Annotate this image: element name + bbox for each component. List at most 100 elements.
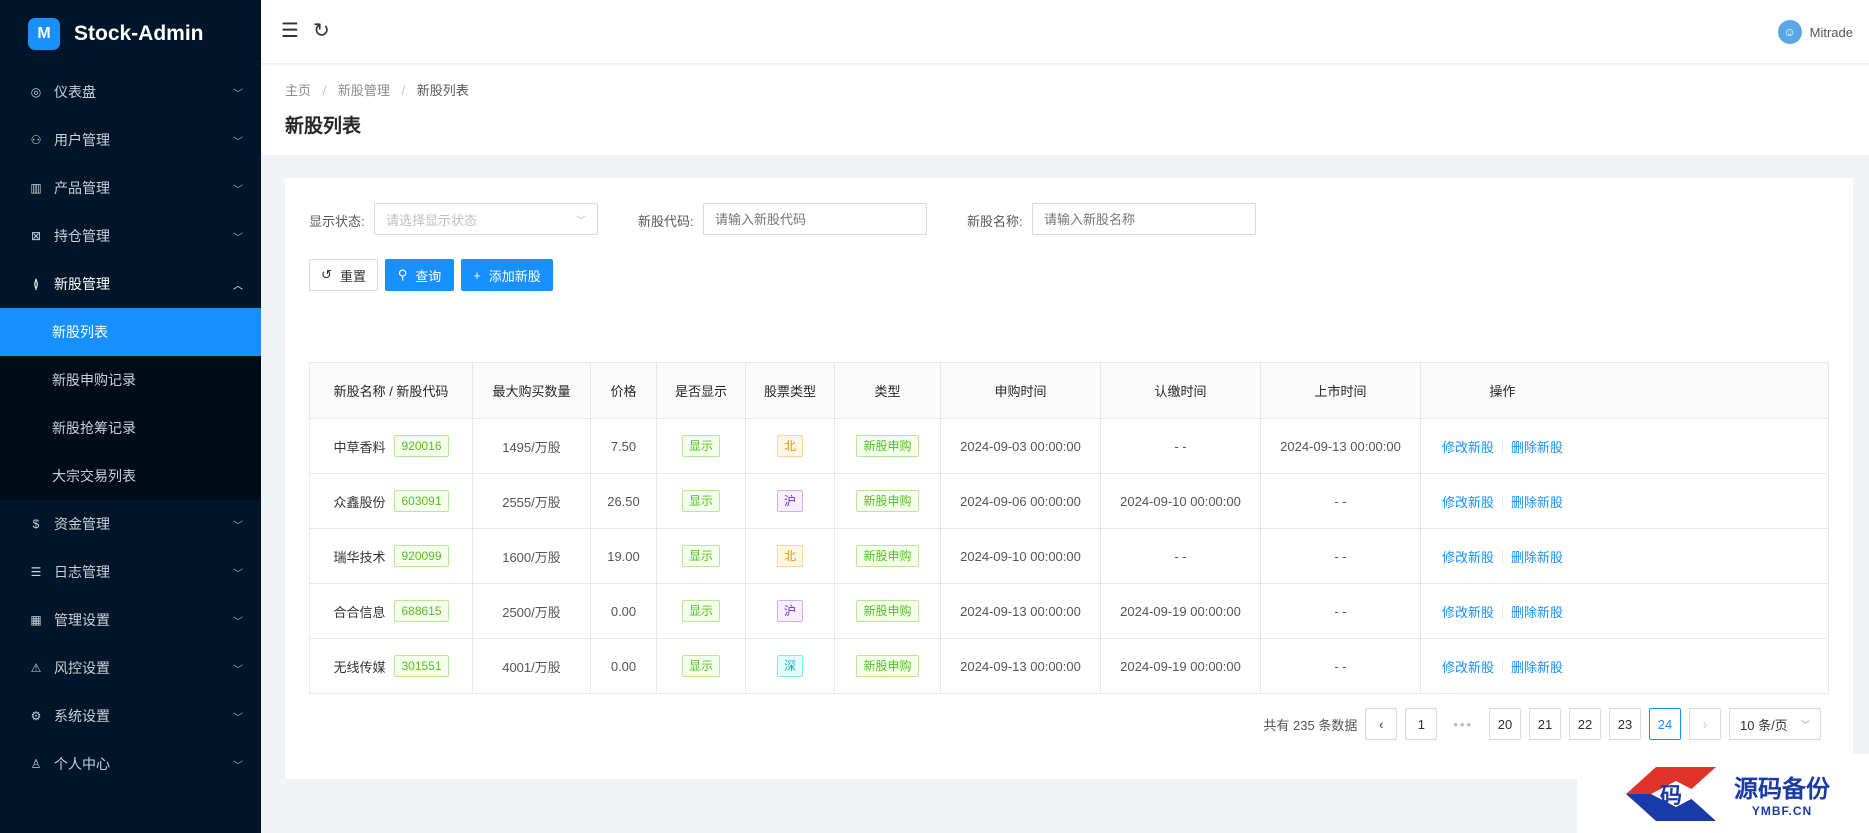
edit-ipo-link[interactable]: 修改新股 — [1442, 492, 1494, 511]
sidebar-item-2[interactable]: ▥ 产品管理 ﹀ — [0, 164, 261, 212]
sidebar-item-7[interactable]: ▦ 管理设置 ﹀ — [0, 596, 261, 644]
table-cell: 显示 — [657, 419, 746, 473]
page-22[interactable]: 22 — [1569, 708, 1601, 740]
table-row: 众鑫股份 603091 2555/万股 26.50 显示 沪 新股申购 2024-09-06 … — [310, 473, 1828, 528]
type-tag: 新股申购 — [856, 545, 919, 567]
person-icon: ♙ — [30, 757, 42, 771]
add-ipo-button[interactable]: + 添加新股 — [461, 259, 553, 291]
sidebar-item-label: 仪表盘 — [54, 84, 96, 100]
search-button[interactable]: ⚲ 查询 — [385, 259, 454, 291]
sidebar-item-label: 产品管理 — [54, 180, 110, 196]
list-time: 2024-09-13 00:00:00 — [1280, 438, 1401, 454]
divider — [1502, 659, 1503, 673]
apply-time: 2024-09-06 00:00:00 — [960, 493, 1081, 509]
name-input[interactable] — [1032, 203, 1256, 235]
table-cell: 2024-09-19 00:00:00 — [1101, 584, 1261, 638]
edit-ipo-link[interactable]: 修改新股 — [1442, 547, 1494, 566]
list-time: - - — [1334, 548, 1347, 564]
more-pages-icon[interactable]: ••• — [1445, 717, 1481, 732]
sidebar-item-label: 新股管理 — [54, 276, 110, 292]
submenu-item-2[interactable]: 新股抢筹记录 — [0, 404, 261, 452]
delete-ipo-link[interactable]: 删除新股 — [1511, 492, 1563, 511]
table-cell: - - — [1261, 584, 1421, 638]
ipo-table: 新股名称 / 新股代码 最大购买数量 价格 是否显示 股票类型 类型 申购时间 认缴时间 上市时… — [309, 362, 1829, 694]
sidebar-item-1[interactable]: ⚇ 用户管理 ﹀ — [0, 116, 261, 164]
table-cell: 显示 — [657, 584, 746, 638]
user-name: Mitrade — [1809, 24, 1853, 40]
table-cell: 众鑫股份 603091 — [310, 474, 473, 528]
delete-ipo-link[interactable]: 删除新股 — [1511, 657, 1563, 676]
table-cell: - - — [1101, 529, 1261, 583]
delete-ipo-link[interactable]: 删除新股 — [1511, 602, 1563, 621]
breadcrumb-home[interactable]: 主页 — [285, 83, 311, 98]
edit-ipo-link[interactable]: 修改新股 — [1442, 657, 1494, 676]
table-cell: 新股申购 — [835, 529, 941, 583]
user-menu[interactable]: ☺ Mitrade — [1777, 20, 1853, 44]
reset-button[interactable]: ↺ 重置 — [309, 259, 378, 291]
ipo-code-tag: 920099 — [394, 545, 449, 567]
submenu-item-3[interactable]: 大宗交易列表 — [0, 452, 261, 500]
chevron-down-icon: ﹀ — [233, 664, 243, 676]
type-tag: 新股申购 — [856, 600, 919, 622]
pay-time: 2024-09-10 00:00:00 — [1120, 493, 1241, 509]
table-cell: - - — [1261, 639, 1421, 693]
delete-ipo-link[interactable]: 删除新股 — [1511, 437, 1563, 456]
page-24[interactable]: 24 — [1649, 708, 1681, 740]
delete-ipo-link[interactable]: 删除新股 — [1511, 547, 1563, 566]
sidebar-item-0[interactable]: ◎ 仪表盘 ﹀ — [0, 68, 261, 116]
menu-fold-icon[interactable]: ☰ — [281, 18, 299, 43]
type-tag: 新股申购 — [856, 435, 919, 457]
sidebar-item-9[interactable]: ⚙ 系统设置 ﹀ — [0, 692, 261, 740]
page-size-select[interactable]: 10 条/页 ﹀ — [1729, 708, 1821, 740]
table-cell: 2024-09-19 00:00:00 — [1101, 639, 1261, 693]
sidebar-item-8[interactable]: ⚠ 风控设置 ﹀ — [0, 644, 261, 692]
table-cell: 2555/万股 — [473, 474, 591, 528]
pay-time: 2024-09-19 00:00:00 — [1120, 658, 1241, 674]
breadcrumb-parent[interactable]: 新股管理 — [338, 83, 390, 98]
table-cell: - - — [1101, 419, 1261, 473]
table-cell: 显示 — [657, 529, 746, 583]
edit-ipo-link[interactable]: 修改新股 — [1442, 602, 1494, 621]
sidebar-item-5[interactable]: $ 资金管理 ﹀ — [0, 500, 261, 548]
breadcrumb-current: 新股列表 — [416, 83, 469, 98]
sidebar-item-6[interactable]: ☰ 日志管理 ﹀ — [0, 548, 261, 596]
market-tag: 深 — [776, 655, 803, 677]
sidebar-item-label: 持仓管理 — [54, 228, 110, 244]
table-cell: 2024-09-13 00:00:00 — [1261, 419, 1421, 473]
top-header: ☰ ↻ ☺ Mitrade — [261, 0, 1869, 64]
table-cell: 2024-09-10 00:00:00 — [1101, 474, 1261, 528]
next-page-button[interactable]: › — [1689, 708, 1721, 740]
app-title: Stock-Admin — [74, 22, 204, 45]
app-logo[interactable]: M Stock-Admin — [0, 0, 261, 68]
page-23[interactable]: 23 — [1609, 708, 1641, 740]
page-21[interactable]: 21 — [1529, 708, 1561, 740]
sidebar-item-label: 管理设置 — [54, 612, 110, 628]
status-select[interactable]: 请选择显示状态 ﹀ — [374, 203, 598, 235]
submenu-item-1[interactable]: 新股申购记录 — [0, 356, 261, 404]
reset-label: 重置 — [339, 268, 366, 284]
page-1[interactable]: 1 — [1405, 708, 1438, 740]
price: 7.50 — [610, 438, 637, 454]
submenu-item-0[interactable]: 新股列表 — [0, 308, 261, 356]
chevron-down-icon: ﹀ — [233, 88, 243, 100]
position-icon: ⊠ — [30, 229, 42, 243]
table-header: 新股名称 / 新股代码 最大购买数量 价格 是否显示 股票类型 类型 申购时间 认缴时间 上市时… — [310, 363, 1828, 418]
breadcrumb-separator: / — [322, 83, 327, 98]
content-card: 显示状态: 请选择显示状态 ﹀ 新股代码: 新股名称: ↺ 重置 ⚲ 查询 + … — [285, 178, 1853, 779]
chevron-right-icon: › — [1702, 716, 1708, 732]
sidebar-item-4[interactable]: ≬ 新股管理 ︿ — [0, 260, 261, 308]
page-20[interactable]: 20 — [1489, 708, 1521, 740]
code-input[interactable] — [703, 203, 927, 235]
edit-ipo-link[interactable]: 修改新股 — [1442, 437, 1494, 456]
status-label: 显示状态: — [309, 214, 365, 229]
table-cell: 2024-09-10 00:00:00 — [941, 529, 1101, 583]
price: 19.00 — [607, 548, 640, 564]
sidebar-item-10[interactable]: ♙ 个人中心 ﹀ — [0, 740, 261, 788]
refresh-icon[interactable]: ↻ — [313, 18, 330, 43]
gear-icon: ⚙ — [30, 709, 42, 723]
list-time: - - — [1334, 603, 1347, 619]
sidebar-item-label: 资金管理 — [54, 516, 110, 532]
sidebar-item-3[interactable]: ⊠ 持仓管理 ﹀ — [0, 212, 261, 260]
prev-page-button[interactable]: ‹ — [1365, 708, 1398, 740]
price: 0.00 — [610, 603, 637, 619]
